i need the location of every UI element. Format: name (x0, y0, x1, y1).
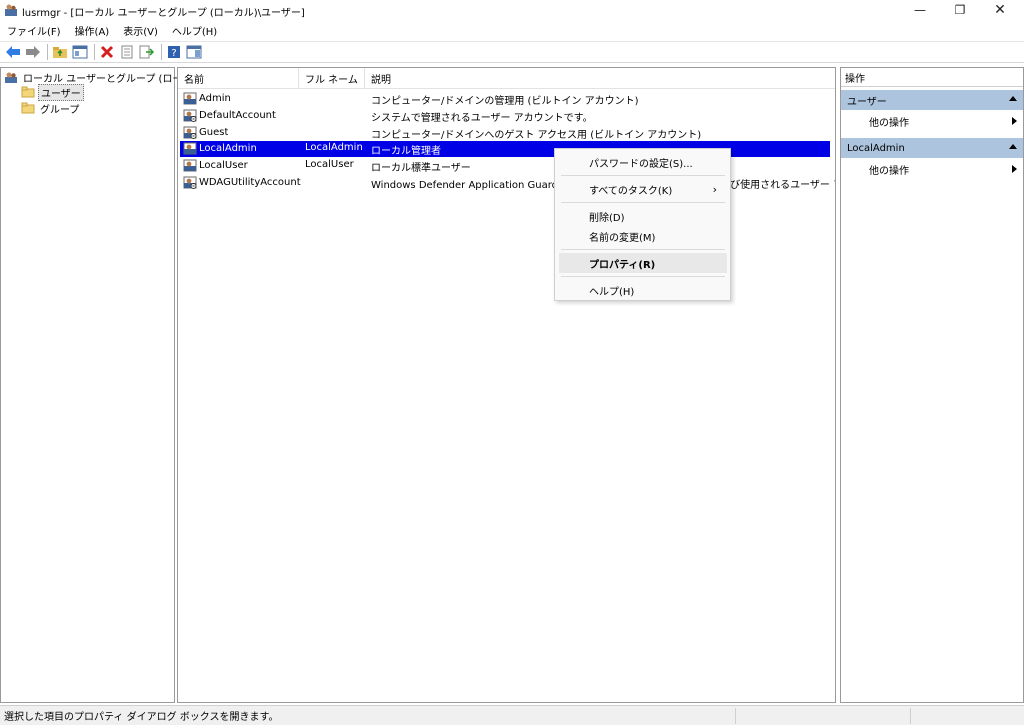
row-name: LocalAdmin (199, 143, 257, 154)
collapse-caret-icon (1009, 96, 1017, 101)
menu-item-all-tasks-label: すべてのタスク(K) (589, 185, 673, 197)
menu-separator (561, 276, 725, 277)
minimize-button[interactable]: — (900, 0, 940, 20)
show-hide-tree-icon[interactable] (71, 43, 89, 61)
status-text: 選択した項目のプロパティ ダイアログ ボックスを開きます。 (4, 712, 279, 723)
table-row[interactable]: WDAGUtilityAccount Windows Defender Appl… (180, 175, 835, 191)
tree-item-users[interactable]: ユーザー (21, 83, 84, 101)
menu-item-set-password[interactable]: パスワードの設定(S)... (559, 152, 727, 172)
row-description: ローカル標準ユーザー (371, 163, 471, 174)
row-description: コンピューター/ドメインへのゲスト アクセス用 (ビルトイン アカウント) (371, 130, 702, 141)
action-pane-icon[interactable] (185, 43, 203, 61)
row-fullname: LocalAdmin (305, 142, 363, 153)
users-list-pane: 名前 フル ネーム 説明 Admin コンピューター/ドメインの管理用 (ビルト… (177, 67, 836, 703)
actions-item-more-actions-localadmin[interactable]: 他の操作 (841, 159, 1023, 179)
actions-item-label: 他の操作 (869, 117, 909, 129)
toolbar-separator (94, 44, 95, 60)
maximize-button[interactable]: ❐ (940, 0, 980, 20)
tree-pane: ローカル ユーザーとグループ (ローカル) ユーザー グループ (0, 67, 206, 703)
list-header: 名前 フル ネーム 説明 (178, 68, 835, 89)
table-row-selected[interactable]: LocalAdmin LocalAdmin ローカル管理者 (180, 141, 830, 157)
table-row[interactable]: Guest コンピューター/ドメインへのゲスト アクセス用 (ビルトイン アカウ… (180, 125, 830, 141)
user-disabled-icon (183, 109, 197, 122)
toolbar-separator (47, 44, 48, 60)
tree-item-groups-label: グループ (40, 104, 80, 116)
actions-section-users[interactable]: ユーザー (841, 90, 1023, 110)
folder-icon (21, 86, 35, 98)
delete-icon[interactable] (98, 43, 116, 61)
actions-section-localadmin-label: LocalAdmin (847, 142, 905, 154)
menu-item-delete[interactable]: 削除(D) (559, 206, 727, 226)
actions-section-users-label: ユーザー (847, 96, 887, 108)
menu-item-all-tasks[interactable]: すべてのタスク(K) › (559, 179, 727, 199)
actions-section-localadmin[interactable]: LocalAdmin (841, 138, 1023, 158)
tree-item-groups[interactable]: グループ (21, 101, 81, 116)
menu-separator (561, 175, 725, 176)
column-header-fullname[interactable]: フル ネーム (299, 68, 365, 89)
toolbar: ? (0, 41, 1024, 63)
menu-separator (561, 202, 725, 203)
tree-item-users-label: ユーザー (38, 83, 84, 101)
table-row[interactable]: Admin コンピューター/ドメインの管理用 (ビルトイン アカウント) (180, 91, 830, 107)
user-disabled-icon (183, 126, 197, 139)
user-icon (183, 92, 197, 105)
menu-file[interactable]: ファイル(F) (7, 23, 61, 38)
menu-action[interactable]: 操作(A) (75, 23, 110, 38)
users-group-icon (5, 72, 17, 83)
forward-arrow-icon[interactable] (24, 43, 42, 61)
actions-item-label: 他の操作 (869, 165, 909, 177)
up-folder-icon[interactable] (51, 43, 69, 61)
row-name: Guest (199, 127, 229, 138)
back-arrow-icon[interactable] (4, 43, 22, 61)
user-disabled-icon (183, 176, 197, 189)
collapse-caret-icon (1009, 144, 1017, 149)
menu-item-rename[interactable]: 名前の変更(M) (559, 226, 727, 246)
status-pane (910, 708, 1024, 724)
menu-item-help[interactable]: ヘルプ(H) (559, 280, 727, 300)
status-bar: 選択した項目のプロパティ ダイアログ ボックスを開きます。 (0, 705, 1024, 725)
menu-separator (561, 249, 725, 250)
column-header-description[interactable]: 説明 (365, 68, 835, 89)
expand-right-icon (1012, 165, 1017, 173)
users-app-icon (5, 4, 17, 16)
close-button[interactable]: ✕ (980, 0, 1020, 20)
row-description: コンピューター/ドメインの管理用 (ビルトイン アカウント) (371, 96, 639, 107)
actions-title: 操作 (841, 68, 1023, 87)
export-list-icon[interactable] (138, 43, 156, 61)
expand-right-icon (1012, 117, 1017, 125)
row-name: LocalUser (199, 160, 248, 171)
window-title: lusrmgr - [ローカル ユーザーとグループ (ローカル)\ユーザー] (22, 8, 305, 19)
row-name: WDAGUtilityAccount (199, 177, 301, 188)
help-icon[interactable]: ? (165, 43, 183, 61)
title-bar: lusrmgr - [ローカル ユーザーとグループ (ローカル)\ユーザー] —… (0, 0, 1024, 20)
properties-icon[interactable] (118, 43, 136, 61)
row-fullname: LocalUser (305, 159, 354, 170)
menu-bar: ファイル(F) 操作(A) 表示(V) ヘルプ(H) (0, 20, 1024, 40)
row-name: DefaultAccount (199, 110, 276, 121)
menu-view[interactable]: 表示(V) (123, 23, 158, 38)
submenu-arrow-icon: › (712, 183, 717, 196)
user-icon (183, 159, 197, 172)
svg-text:?: ? (171, 48, 176, 59)
actions-pane: 操作 ユーザー 他の操作 LocalAdmin 他の操作 (840, 67, 1024, 703)
menu-help[interactable]: ヘルプ(H) (172, 23, 217, 38)
row-description: システムで管理されるユーザー アカウントです。 (371, 113, 593, 124)
row-name: Admin (199, 93, 231, 104)
context-menu: パスワードの設定(S)... すべてのタスク(K) › 削除(D) 名前の変更(… (554, 148, 731, 301)
toolbar-separator (161, 44, 162, 60)
user-icon (183, 142, 197, 155)
table-row[interactable]: LocalUser LocalUser ローカル標準ユーザー (180, 158, 830, 174)
menu-item-properties[interactable]: プロパティ(R) (559, 253, 727, 273)
column-header-name[interactable]: 名前 (178, 68, 299, 89)
table-row[interactable]: DefaultAccount システムで管理されるユーザー アカウントです。 (180, 108, 830, 124)
row-description: ローカル管理者 (371, 146, 441, 157)
actions-item-more-actions[interactable]: 他の操作 (841, 111, 1023, 131)
status-pane (735, 708, 910, 724)
folder-icon (21, 102, 35, 114)
